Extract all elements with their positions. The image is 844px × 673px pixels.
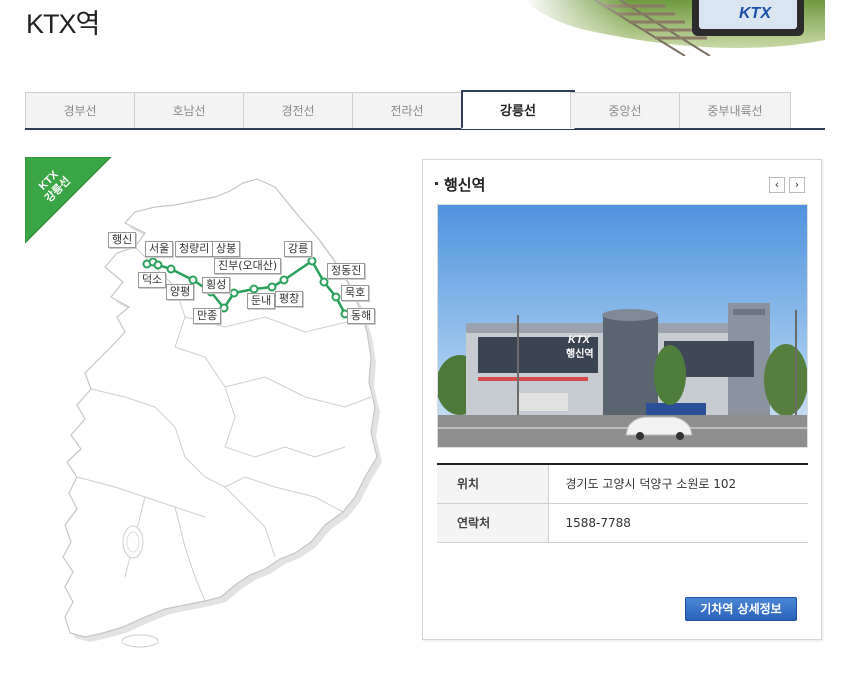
station-dot-deokso[interactable]	[188, 275, 198, 285]
table-row: 연락처 1588-7788	[437, 503, 808, 542]
station-label-haengsin[interactable]: 행신	[108, 232, 137, 248]
header-banner: KTX	[525, 0, 825, 56]
station-info-panel: 행신역 ‹ › KTX 행신역 위치 경기도 고양시 덕양구 소원로 102 연…	[422, 159, 822, 640]
station-label-jinbu[interactable]: 진부(오대산)	[214, 258, 282, 274]
station-label-mukho[interactable]: 묵호	[341, 285, 370, 301]
station-dot-manjong[interactable]	[219, 303, 229, 313]
title-bullet-icon	[435, 182, 438, 185]
station-label-jeongdongjin[interactable]: 정동진	[327, 263, 366, 279]
route-map: KTX 강릉선 행신 서울 청량리 상봉 덕소 양평 진부(오대산) 횡성 만종…	[25, 157, 395, 657]
tab-gyeongbu[interactable]: 경부선	[25, 92, 135, 128]
station-name: 행신역	[444, 176, 486, 194]
tab-jungbu-naeryuk[interactable]: 중부내륙선	[679, 92, 791, 128]
station-title: 행신역	[435, 174, 485, 195]
tab-jungang[interactable]: 중앙선	[570, 92, 680, 128]
page-title: KTX역	[26, 9, 100, 39]
station-label-seoul[interactable]: 서울	[145, 241, 174, 257]
station-dot-gangneung[interactable]	[307, 256, 317, 266]
station-info-table: 위치 경기도 고양시 덕양구 소원로 102 연락처 1588-7788	[437, 463, 808, 543]
station-dot-dunnae[interactable]	[249, 284, 259, 294]
tab-jeolla[interactable]: 전라선	[352, 92, 462, 128]
station-label-yangpyeong[interactable]: 양평	[166, 284, 195, 300]
station-dot-hoengseong[interactable]	[229, 288, 239, 298]
line-ribbon: KTX 강릉선	[25, 157, 112, 244]
tab-gyeongjeon[interactable]: 경전선	[243, 92, 353, 128]
station-label-dunnae[interactable]: 둔내	[247, 293, 276, 309]
contact-label: 연락처	[437, 503, 549, 542]
banner-ktx-logo: KTX	[739, 5, 772, 22]
photo-station-sign: 행신역	[566, 347, 594, 360]
tab-honam[interactable]: 호남선	[134, 92, 244, 128]
station-dot-jeongdongjin[interactable]	[319, 277, 329, 287]
station-label-cheongnyangni[interactable]: 청량리	[175, 241, 214, 257]
line-tabs: 경부선 호남선 경전선 전라선 강릉선 중앙선 중부내륙선	[25, 90, 825, 130]
location-label: 위치	[437, 464, 549, 503]
station-label-pyeongchang[interactable]: 평창	[275, 291, 304, 307]
station-dot-sangbong[interactable]	[166, 264, 176, 274]
table-row: 위치 경기도 고양시 덕양구 소원로 102	[437, 464, 808, 503]
station-label-gangneung[interactable]: 강릉	[284, 241, 313, 257]
station-dot-jinbu[interactable]	[279, 275, 289, 285]
station-detail-button[interactable]: 기차역 상세정보	[685, 597, 797, 621]
location-value: 경기도 고양시 덕양구 소원로 102	[565, 477, 737, 492]
station-label-donghae[interactable]: 동해	[347, 308, 376, 324]
tab-gangneung[interactable]: 강릉선	[461, 90, 575, 129]
next-station-button[interactable]: ›	[789, 177, 805, 193]
station-label-hoengseong[interactable]: 횡성	[202, 277, 231, 293]
station-photo: KTX 행신역	[437, 204, 808, 448]
station-label-deokso[interactable]: 덕소	[138, 272, 167, 288]
station-label-manjong[interactable]: 만종	[193, 308, 222, 324]
station-label-sangbong[interactable]: 상봉	[212, 241, 241, 257]
station-dot-cheongnyangni[interactable]	[153, 260, 163, 270]
photo-ktx-logo: KTX	[568, 334, 591, 346]
contact-value: 1588-7788	[565, 515, 631, 530]
station-dot-pyeongchang[interactable]	[267, 282, 277, 292]
prev-station-button[interactable]: ‹	[769, 177, 785, 193]
station-dot-mukho[interactable]	[331, 292, 341, 302]
